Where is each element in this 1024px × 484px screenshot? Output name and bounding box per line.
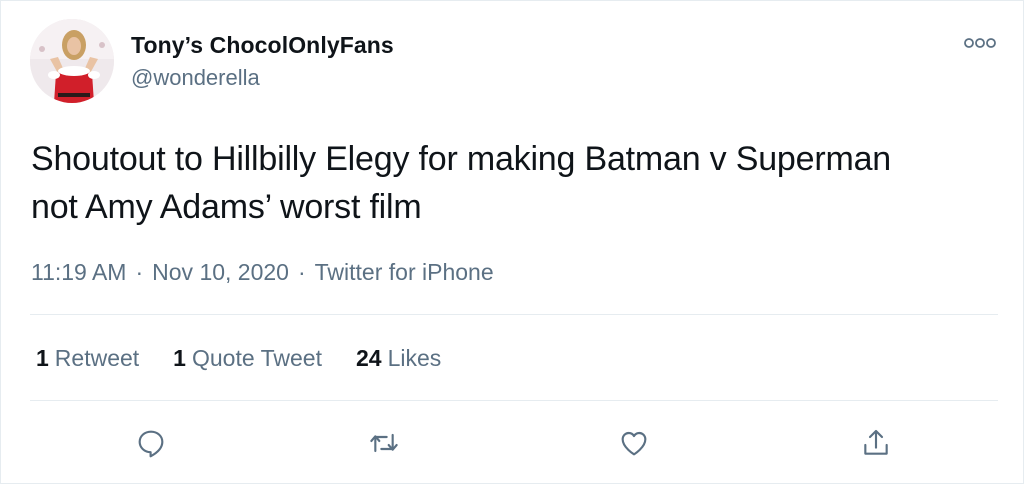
display-name[interactable]: Tony’s ChocolOnlyFans [131, 32, 394, 59]
tweet-text: Shoutout to Hillbilly Elegy for making B… [31, 135, 1011, 231]
like-button[interactable] [614, 423, 654, 463]
tweet-meta: 11:19 AM · Nov 10, 2020 · Twitter for iP… [31, 259, 494, 286]
share-button[interactable] [856, 423, 896, 463]
retweets-label: Retweet [54, 345, 140, 371]
avatar[interactable] [30, 19, 114, 103]
tweet-time[interactable]: 11:19 AM [31, 259, 126, 286]
tweet-date[interactable]: Nov 10, 2020 [152, 259, 289, 286]
user-handle[interactable]: @wonderella [131, 65, 260, 91]
reply-button[interactable] [131, 423, 171, 463]
tweet-text-line: Shoutout to Hillbilly Elegy for making B… [31, 140, 892, 178]
avatar-image [30, 19, 114, 103]
quotes-label: Quote Tweet [191, 345, 322, 371]
quotes-count: 1 [173, 345, 186, 371]
retweet-icon [370, 433, 398, 453]
heart-icon [621, 431, 647, 456]
action-bar [1, 423, 1024, 463]
retweets-count: 1 [36, 345, 49, 371]
tweet-stats: 1 Retweet 1 Quote Tweet 24 Likes [36, 345, 475, 372]
likes-label: Likes [387, 345, 442, 371]
tweet-card: Tony’s ChocolOnlyFans @wonderella Shouto… [0, 0, 1024, 484]
retweet-button[interactable] [364, 423, 404, 463]
meta-separator: · [297, 259, 306, 285]
reply-icon [138, 430, 164, 458]
share-icon [864, 429, 888, 455]
tweet-source[interactable]: Twitter for iPhone [315, 259, 494, 286]
more-dots-icon[interactable] [961, 33, 999, 53]
divider [30, 400, 998, 401]
likes-count: 24 [355, 345, 382, 371]
retweets-stat[interactable]: 1 Retweet [36, 345, 139, 372]
divider [30, 314, 998, 315]
likes-stat[interactable]: 24 Likes [356, 345, 441, 372]
quotes-stat[interactable]: 1 Quote Tweet [173, 345, 322, 372]
tweet-text-line: not Amy Adams’ worst film [31, 188, 422, 226]
meta-separator: · [135, 259, 144, 285]
